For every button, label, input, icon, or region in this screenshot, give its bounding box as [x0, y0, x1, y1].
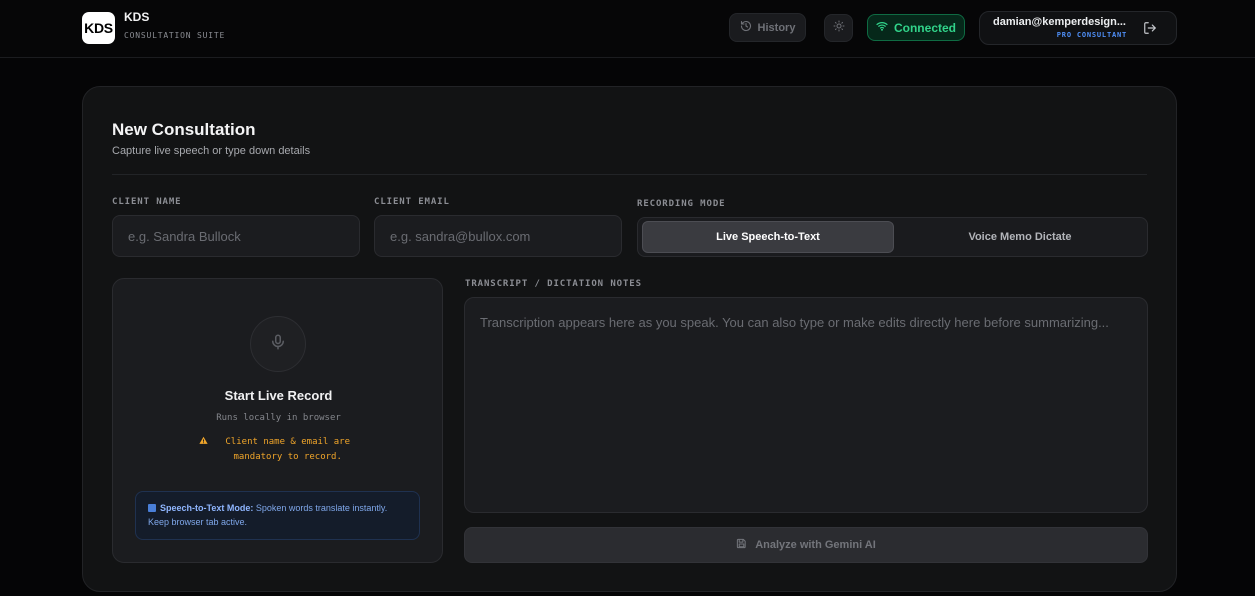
brand-subtitle: CONSULTATION SUITE	[124, 31, 226, 40]
history-label: History	[757, 21, 796, 34]
divider	[112, 174, 1147, 175]
connection-status-label: Connected	[893, 20, 956, 35]
client-email-input[interactable]	[374, 215, 622, 257]
info-title: Speech-to-Text Mode:	[160, 503, 254, 513]
app-logo: KDS	[82, 12, 115, 44]
user-menu[interactable]: damian@kemperdesign... PRO CONSULTANT	[979, 11, 1177, 45]
record-subtitle: Runs locally in browser	[216, 413, 341, 423]
record-panel: Start Live Record Runs locally in browse…	[112, 278, 443, 563]
client-email-label: CLIENT EMAIL	[374, 197, 450, 207]
record-button[interactable]	[250, 316, 306, 372]
record-title: Start Live Record	[224, 388, 333, 403]
history-button[interactable]: History	[729, 13, 806, 42]
mode-live-speech-button[interactable]: Live Speech-to-Text	[642, 221, 894, 253]
analyze-label: Analyze with Gemini AI	[755, 539, 876, 551]
connection-status-badge: Connected	[867, 14, 965, 41]
transcript-label: TRANSCRIPT / DICTATION NOTES	[465, 279, 642, 289]
transcript-textarea[interactable]	[464, 297, 1148, 513]
new-consultation-card: New Consultation Capture live speech or …	[82, 86, 1177, 592]
history-icon	[740, 20, 752, 35]
recording-mode-toggle: Live Speech-to-Text Voice Memo Dictate	[637, 217, 1148, 257]
warning-icon	[199, 436, 217, 447]
page-subtitle: Capture live speech or type down details	[112, 145, 311, 157]
info-icon	[148, 504, 156, 512]
mode-voice-memo-button[interactable]: Voice Memo Dictate	[896, 221, 1144, 253]
client-name-input[interactable]	[112, 215, 360, 257]
microphone-icon	[269, 333, 287, 356]
save-icon	[736, 538, 747, 552]
sun-icon	[833, 19, 845, 37]
speech-mode-info: Speech-to-Text Mode: Spoken words transl…	[135, 491, 420, 540]
warning-text: Client name & email are mandatory to rec…	[225, 437, 351, 462]
brand-title: KDS	[124, 10, 150, 24]
recording-mode-label: RECORDING MODE	[637, 199, 726, 209]
analyze-button[interactable]: Analyze with Gemini AI	[464, 527, 1148, 563]
top-header: KDS KDS CONSULTATION SUITE History Conne…	[0, 0, 1255, 58]
record-warning: Client name & email are mandatory to rec…	[113, 435, 444, 465]
page-title: New Consultation	[112, 120, 256, 139]
logout-icon[interactable]	[1143, 21, 1159, 37]
wifi-icon	[876, 20, 888, 35]
client-name-label: CLIENT NAME	[112, 197, 182, 207]
theme-toggle-button[interactable]	[824, 14, 853, 42]
user-email: damian@kemperdesign...	[993, 16, 1126, 28]
user-role: PRO CONSULTANT	[1056, 31, 1127, 39]
